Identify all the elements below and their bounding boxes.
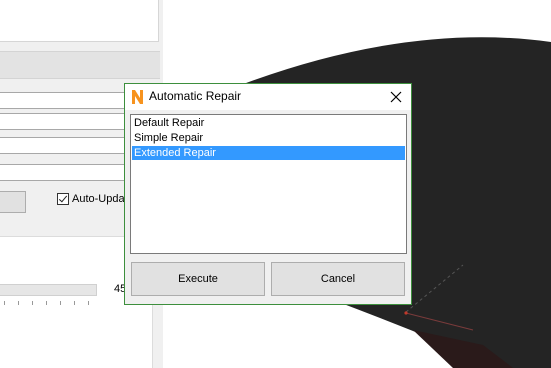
close-button[interactable] xyxy=(381,84,411,110)
automatic-repair-dialog: Automatic Repair Default Repair Simple Re… xyxy=(124,83,412,305)
slider-ticks xyxy=(4,301,96,305)
background-slider[interactable] xyxy=(0,284,97,296)
background-preview-area xyxy=(0,0,159,42)
list-item[interactable]: Default Repair xyxy=(132,116,405,130)
close-icon xyxy=(390,91,402,103)
dialog-title-bar[interactable]: Automatic Repair xyxy=(125,84,411,110)
vertex-marker xyxy=(404,311,408,315)
execute-button[interactable]: Execute xyxy=(131,262,265,296)
background-section-header xyxy=(0,51,160,79)
list-item[interactable]: Extended Repair xyxy=(132,146,405,160)
repair-mode-list[interactable]: Default Repair Simple Repair Extended Repa… xyxy=(130,114,407,254)
background-button[interactable] xyxy=(0,191,26,213)
list-item[interactable]: Simple Repair xyxy=(132,131,405,145)
cancel-button[interactable]: Cancel xyxy=(271,262,405,296)
checkbox-checked-icon[interactable] xyxy=(57,193,69,205)
n-app-icon xyxy=(132,90,143,104)
auto-update-label: Auto-Updat xyxy=(72,193,128,205)
auto-update-checkbox[interactable]: Auto-Updat xyxy=(57,193,128,205)
dialog-title: Automatic Repair xyxy=(149,89,242,103)
